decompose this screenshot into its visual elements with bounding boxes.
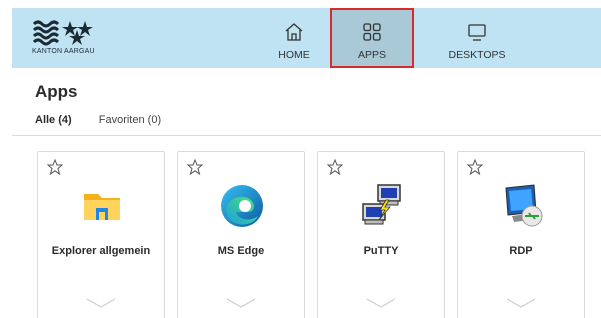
chevron-down-icon[interactable]	[86, 297, 116, 309]
logo-text: KANTON AARGAU	[32, 48, 95, 55]
monitor-icon	[468, 24, 486, 41]
tab-divider	[12, 135, 601, 136]
apps-grid-icon	[363, 23, 381, 41]
chevron-down-icon[interactable]	[366, 297, 396, 309]
home-icon	[285, 23, 303, 41]
nav-apps-label: APPS	[357, 49, 386, 61]
nav-desktops-label: DESKTOPS	[448, 49, 506, 61]
app-name: MS Edge	[217, 245, 265, 257]
tab-all[interactable]: Alle (4)	[35, 114, 72, 126]
nav-desktops[interactable]: DESKTOPS	[435, 8, 519, 68]
chevron-down-icon[interactable]	[226, 297, 256, 309]
favorite-star-icon[interactable]	[467, 159, 483, 175]
nav-home[interactable]: HOME	[252, 8, 336, 68]
filter-tabs: Alle (4) Favoriten (0)	[35, 114, 185, 126]
nav-home-label: HOME	[278, 49, 310, 61]
favorite-star-icon[interactable]	[47, 159, 63, 175]
tab-favorites[interactable]: Favoriten (0)	[99, 114, 161, 126]
rdp-icon	[505, 184, 543, 227]
app-name: RDP	[509, 245, 533, 257]
app-name: PuTTY	[363, 245, 399, 257]
chevron-down-icon[interactable]	[506, 297, 536, 309]
putty-icon	[362, 184, 401, 225]
favorite-star-icon[interactable]	[187, 159, 203, 175]
wave-stars-logo-icon	[32, 20, 93, 46]
top-navigation-bar: KANTON AARGAU HOME APPS DESKTOPS	[12, 8, 601, 68]
app-card-ms-edge[interactable]: MS Edge	[177, 151, 305, 318]
folder-icon	[84, 194, 120, 220]
page-title: Apps	[35, 82, 78, 101]
app-card-explorer[interactable]: Explorer allgemein	[37, 151, 165, 318]
edge-icon	[221, 185, 263, 227]
nav-apps[interactable]: APPS	[330, 8, 414, 68]
app-name: Explorer allgemein	[51, 245, 151, 257]
favorite-star-icon[interactable]	[327, 159, 343, 175]
kanton-aargau-logo[interactable]: KANTON AARGAU	[32, 18, 122, 60]
app-card-rdp[interactable]: RDP	[457, 151, 585, 318]
app-card-putty[interactable]: PuTTY	[317, 151, 445, 318]
